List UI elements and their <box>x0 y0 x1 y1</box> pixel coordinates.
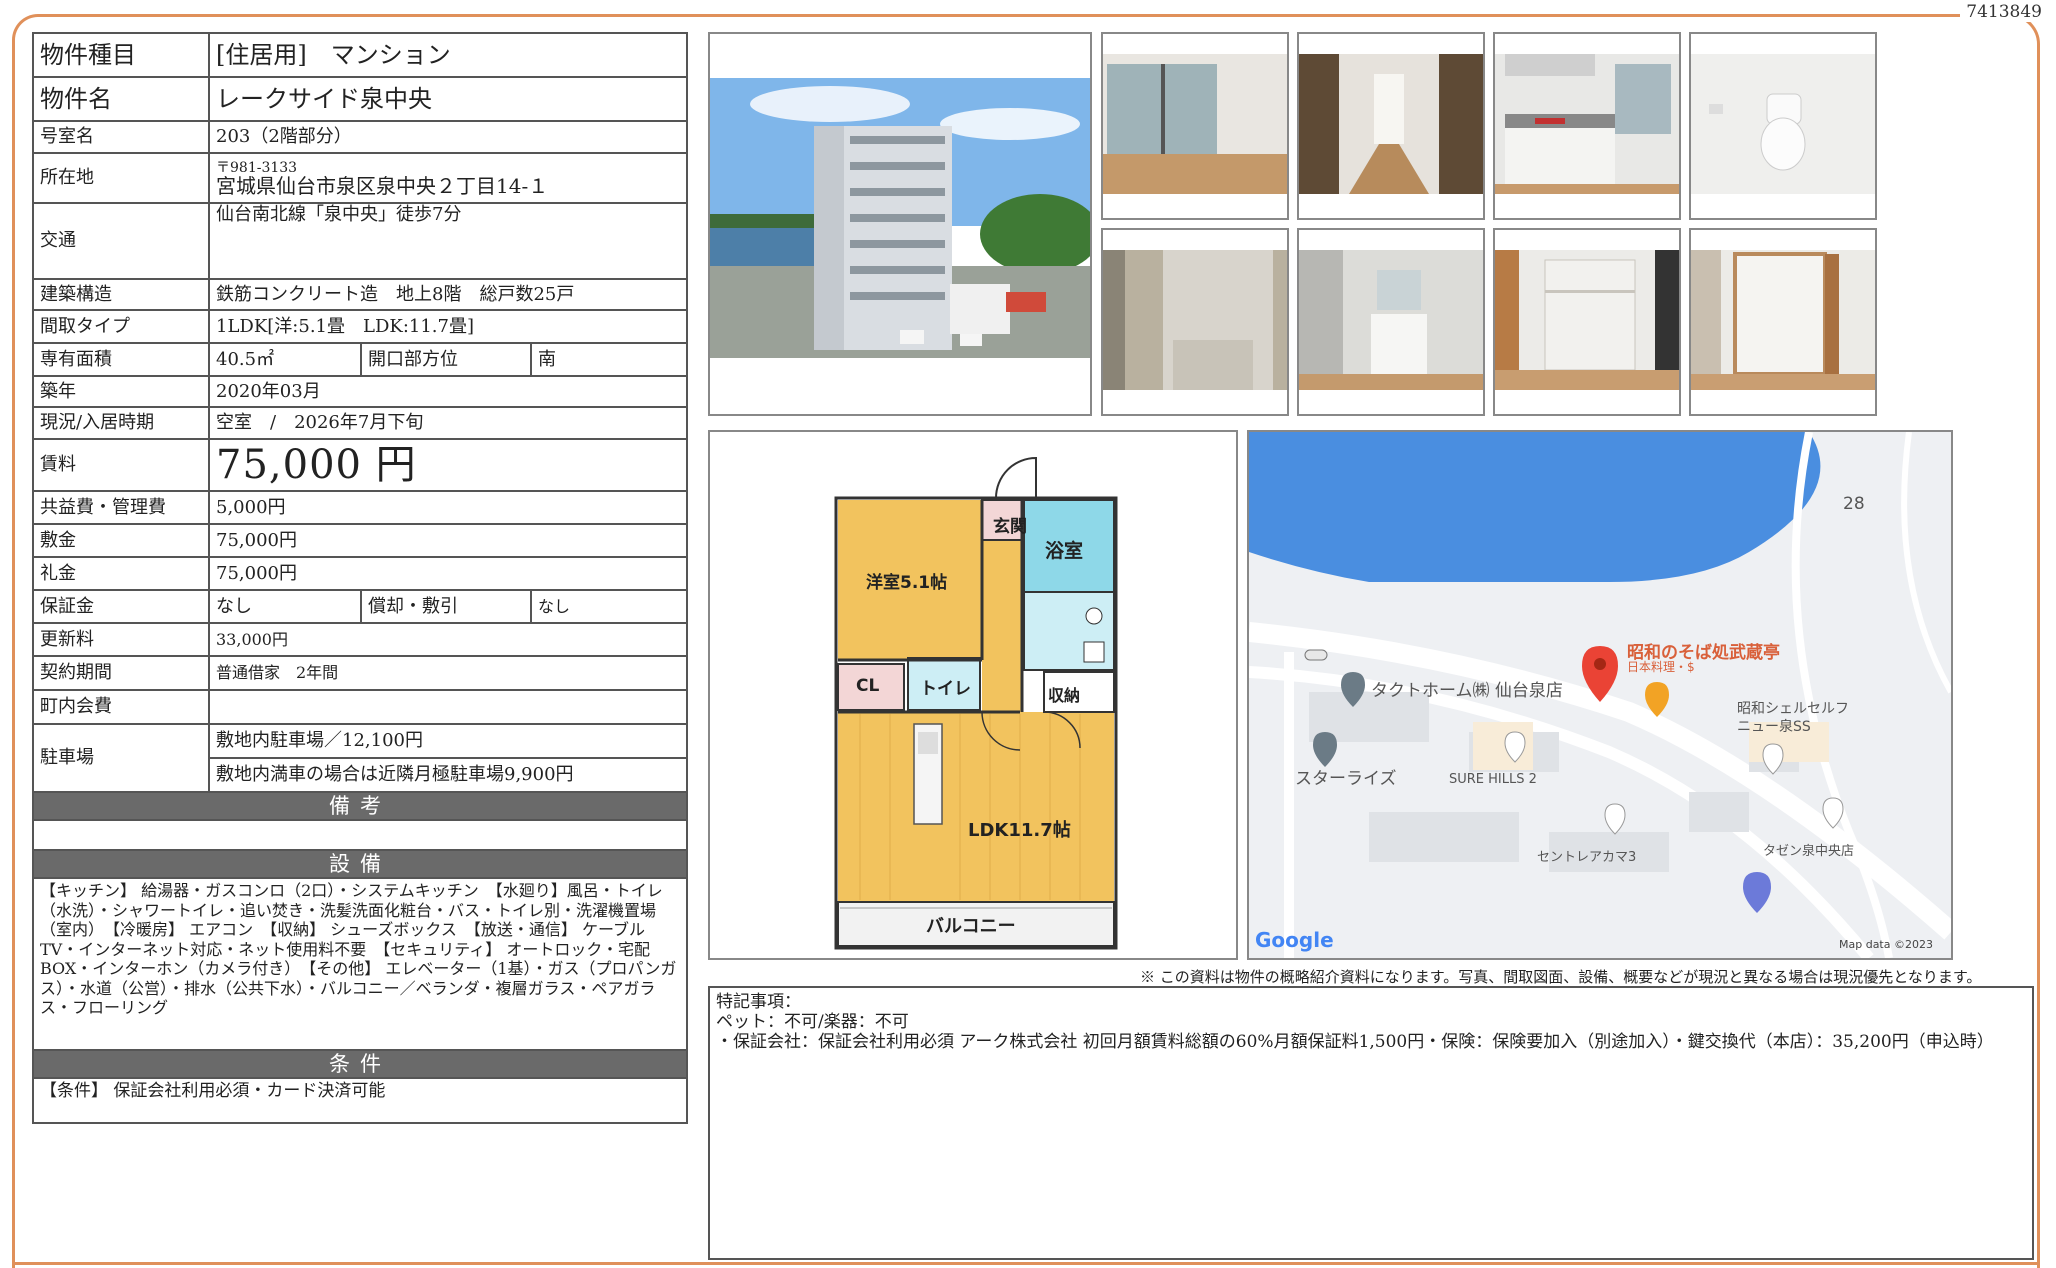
property-info-table: 物件種目 [住居用] マンション 物件名 レークサイド泉中央 号室名 203（2… <box>32 32 688 1124</box>
map-poi-tazen: タゼン泉中央店 <box>1763 844 1855 859</box>
equipment-header: 設備 <box>32 849 688 879</box>
storage-photo <box>1689 228 1877 416</box>
floorplan-bath-label: 浴室 <box>1045 540 1084 562</box>
floorplan-toilet-label: トイレ <box>920 679 971 699</box>
access-label: 交通 <box>32 202 210 280</box>
area-value: 40.5㎡ <box>208 342 362 377</box>
rent-value: 75,000 円 <box>216 442 417 488</box>
rent-label: 賃料 <box>32 438 210 492</box>
closet-photo <box>1493 228 1681 416</box>
floorplan-entrance-label: 玄関 <box>993 517 1027 537</box>
map-poi-shell-2: ニュー泉SS <box>1737 719 1811 735</box>
conditions-text: 【条件】 保証会社利用必須・カード決済可能 <box>32 1077 688 1124</box>
fee-label: 共益費・管理費 <box>32 490 210 525</box>
amortization-value: なし <box>530 589 688 624</box>
key-money-label: 礼金 <box>32 556 210 591</box>
floorplan-storage-label: 収納 <box>1048 686 1081 705</box>
map-poi-restaurant-sub: 日本料理・$ <box>1627 660 1695 674</box>
type-label: 物件種目 <box>32 32 210 78</box>
special-notes-pets: ペット：不可/楽器：不可 <box>716 1012 909 1032</box>
map-poi-starrise: スターライズ <box>1295 769 1397 789</box>
toilet-photo <box>1689 32 1877 220</box>
floor-plan: 玄関 浴室 洋室5.1帖 CL トイレ 収納 LDK11.7帖 バルコニー <box>708 430 1238 960</box>
parking-value-1: 敷地内駐車場／12,100円 <box>208 723 688 759</box>
floorplan-balcony-label: バルコニー <box>926 916 1016 937</box>
living-room-window-photo <box>1101 32 1289 220</box>
amortization-label: 償却・敷引 <box>360 589 532 624</box>
room-label: 号室名 <box>32 120 210 154</box>
map-poi-central: セントレアカマ3 <box>1537 850 1637 865</box>
special-notes-title: 特記事項： <box>716 992 801 1012</box>
special-notes-guarantee: ・保証会社：保証会社利用必須 アーク株式会社 初回月額賃料総額の60%月額保証料… <box>716 1032 1994 1052</box>
lake-water <box>1249 432 1821 582</box>
guarantee-label: 保証金 <box>32 589 210 624</box>
location-map: 28 昭和のそば処武蔵亭 日本料理・$ タクトホーム㈱ 仙台泉店 昭和シェルセル… <box>1247 430 1953 960</box>
floorplan-western-room-label: 洋室5.1帖 <box>866 573 948 593</box>
key-money-value: 75,000円 <box>208 556 688 591</box>
address-value: 宮城県仙台市泉区泉中央２丁目14-１ <box>216 173 549 198</box>
address-cell: 〒981-3133 宮城県仙台市泉区泉中央２丁目14-１ <box>208 152 688 204</box>
status-label: 現況/入居時期 <box>32 406 210 440</box>
renewal-label: 更新料 <box>32 622 210 657</box>
bathroom-photo <box>1101 228 1289 416</box>
structure-value: 鉄筋コンクリート造 地上8階 総戸数25戸 <box>208 278 688 311</box>
type-value: [住居用] マンション <box>208 32 688 78</box>
town-fee-label: 町内会費 <box>32 689 210 725</box>
built-label: 築年 <box>32 375 210 408</box>
contract-label: 契約期間 <box>32 655 210 691</box>
room-value: 203（2階部分） <box>208 120 688 154</box>
notes-value <box>32 819 688 851</box>
notes-header: 備考 <box>32 791 688 821</box>
status-value: 空室 / 2026年7月下旬 <box>208 406 688 440</box>
conditions-header: 条件 <box>32 1049 688 1079</box>
map-poi-tact: タクトホーム㈱ 仙台泉店 <box>1371 681 1563 701</box>
area-label: 専有面積 <box>32 342 210 377</box>
disclaimer-text: ※ この資料は物件の概略紹介資料になります。写真、間取図面、設備、概要などが現況… <box>1140 968 1982 986</box>
direction-value: 南 <box>530 342 688 377</box>
map-poi-shell: 昭和シェルセルフ <box>1737 701 1849 717</box>
built-value: 2020年03月 <box>208 375 688 408</box>
map-poi-surehills: SURE HILLS 2 <box>1449 772 1537 787</box>
parking-value-2: 敷地内満車の場合は近隣月極駐車場9,900円 <box>208 757 688 793</box>
layout-value: 1LDK[洋:5.1畳 LDK:11.7畳] <box>208 309 688 344</box>
name-label: 物件名 <box>32 76 210 122</box>
deposit-label: 敷金 <box>32 523 210 558</box>
access-value: 仙台南北線「泉中央」徒歩7分 <box>208 202 688 280</box>
guarantee-value: なし <box>208 589 362 624</box>
structure-label: 建築構造 <box>32 278 210 311</box>
floorplan-ldk-label: LDK11.7帖 <box>968 820 1071 841</box>
deposit-value: 75,000円 <box>208 523 688 558</box>
name-value: レークサイド泉中央 <box>208 76 688 122</box>
fee-value: 5,000円 <box>208 490 688 525</box>
layout-label: 間取タイプ <box>32 309 210 344</box>
hallway-photo <box>1297 32 1485 220</box>
equipment-text: 【キッチン】 給湯器・ガスコンロ（2口）・システムキッチン 【水廻り】風呂・トイ… <box>32 877 688 1051</box>
document-id: 7413849 <box>1960 2 2048 22</box>
building-exterior-photo <box>708 32 1092 416</box>
town-fee-value <box>208 689 688 725</box>
ldk-area <box>838 712 1114 902</box>
contract-value: 普通借家 2年間 <box>208 655 688 691</box>
map-data-credit: Map data ©2023 <box>1839 938 1933 951</box>
special-notes-box: 特記事項： ペット：不可/楽器：不可 ・保証会社：保証会社利用必須 アーク株式会… <box>708 986 2034 1260</box>
map-road-number: 28 <box>1843 494 1865 514</box>
direction-label: 開口部方位 <box>360 342 532 377</box>
address-label: 所在地 <box>32 152 210 204</box>
google-logo: Google <box>1255 928 1334 952</box>
renewal-value: 33,000円 <box>208 622 688 657</box>
kitchen-photo <box>1493 32 1681 220</box>
floorplan-closet-label: CL <box>856 676 880 696</box>
washbasin-photo <box>1297 228 1485 416</box>
parking-label: 駐車場 <box>32 723 210 793</box>
